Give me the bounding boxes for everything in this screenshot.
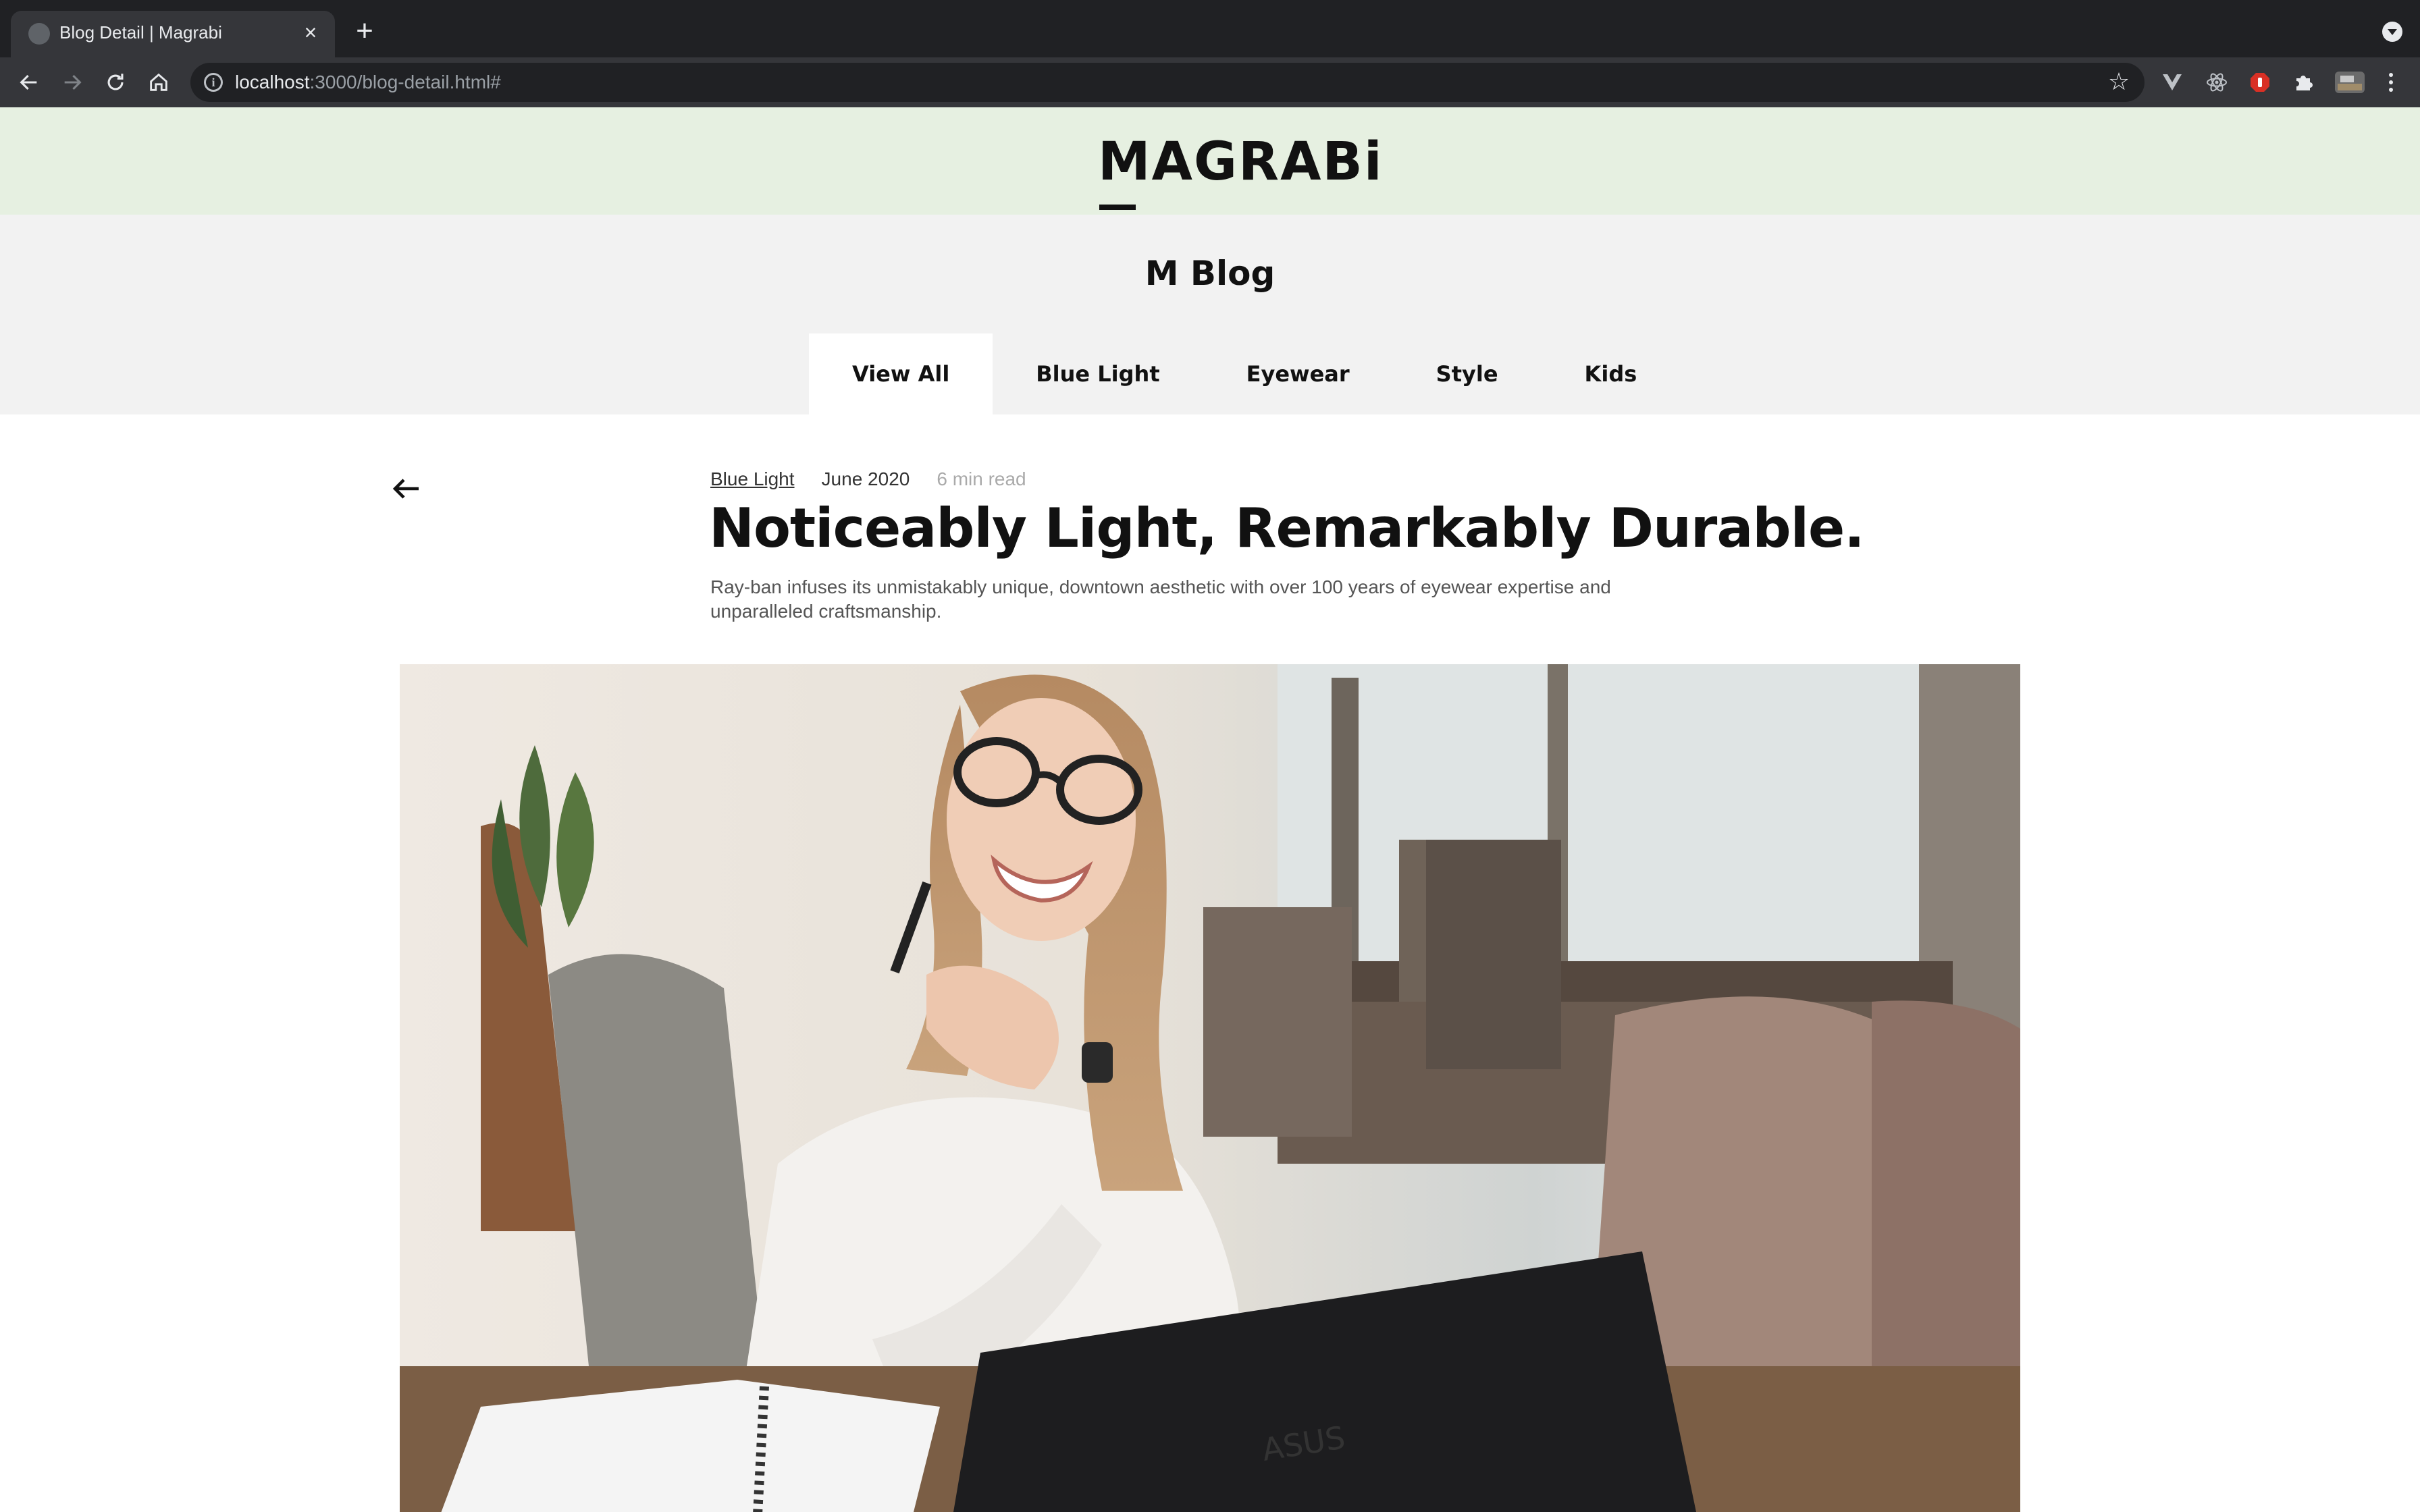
browser-tab-strip: Blog Detail | Magrabi × + bbox=[0, 0, 2420, 57]
arrow-left-icon[interactable] bbox=[392, 477, 421, 501]
globe-icon bbox=[28, 23, 50, 45]
star-icon[interactable]: ☆ bbox=[2107, 70, 2131, 94]
tab-title: Blog Detail | Magrabi bbox=[59, 22, 222, 43]
article-headline: Noticeably Light, Remarkably Durable. bbox=[709, 497, 1865, 560]
home-icon[interactable] bbox=[143, 67, 174, 98]
article-lede: Ray-ban infuses its unmistakably unique,… bbox=[710, 576, 1611, 622]
article-meta: Blue Light June 2020 6 min read bbox=[710, 468, 1026, 490]
logo-text: MAGRABi bbox=[1098, 132, 1384, 192]
vue-devtools-icon[interactable] bbox=[2161, 71, 2184, 94]
close-icon[interactable]: × bbox=[297, 19, 324, 46]
logo-underline bbox=[1099, 205, 1136, 210]
browser-tab[interactable]: Blog Detail | Magrabi × bbox=[11, 11, 335, 57]
category-tabs: View All Blue Light Eyewear Style Kids bbox=[809, 333, 1680, 414]
article-category-link[interactable]: Blue Light bbox=[710, 468, 795, 490]
back-icon[interactable] bbox=[14, 67, 45, 98]
tab-search-icon[interactable] bbox=[2382, 22, 2402, 42]
address-bar[interactable]: i localhost:3000/blog-detail.html# ☆ bbox=[190, 63, 2145, 102]
adblock-icon[interactable] bbox=[2248, 71, 2271, 94]
blog-nav-band: M Blog View All Blue Light Eyewear Style… bbox=[0, 215, 2420, 414]
hero-image: ASUS bbox=[400, 664, 2020, 1512]
article-read-time: 6 min read bbox=[937, 468, 1026, 489]
info-icon[interactable]: i bbox=[204, 73, 223, 92]
profile-avatar[interactable] bbox=[2334, 71, 2366, 94]
url-path: :3000/blog-detail.html# bbox=[309, 72, 501, 92]
forward-icon[interactable] bbox=[57, 67, 88, 98]
blog-title: M Blog bbox=[1145, 254, 1275, 293]
tab-view-all[interactable]: View All bbox=[809, 333, 993, 414]
url-host: localhost bbox=[235, 72, 310, 92]
url-text[interactable]: localhost:3000/blog-detail.html# bbox=[235, 72, 501, 93]
browser-toolbar: i localhost:3000/blog-detail.html# ☆ bbox=[0, 57, 2420, 107]
tab-blue-light[interactable]: Blue Light bbox=[993, 333, 1203, 414]
article-date: June 2020 bbox=[821, 468, 910, 489]
logo[interactable]: MAGRABi bbox=[1098, 132, 1382, 210]
react-devtools-icon[interactable] bbox=[2205, 71, 2228, 94]
tab-kids[interactable]: Kids bbox=[1542, 333, 1681, 414]
menu-dots-icon[interactable] bbox=[2379, 71, 2402, 94]
site-header: MAGRABi bbox=[0, 107, 2420, 215]
tab-style[interactable]: Style bbox=[1393, 333, 1542, 414]
reload-icon[interactable] bbox=[100, 67, 131, 98]
puzzle-icon[interactable] bbox=[2292, 71, 2315, 94]
plus-icon[interactable]: + bbox=[351, 16, 378, 46]
tab-eyewear[interactable]: Eyewear bbox=[1203, 333, 1393, 414]
